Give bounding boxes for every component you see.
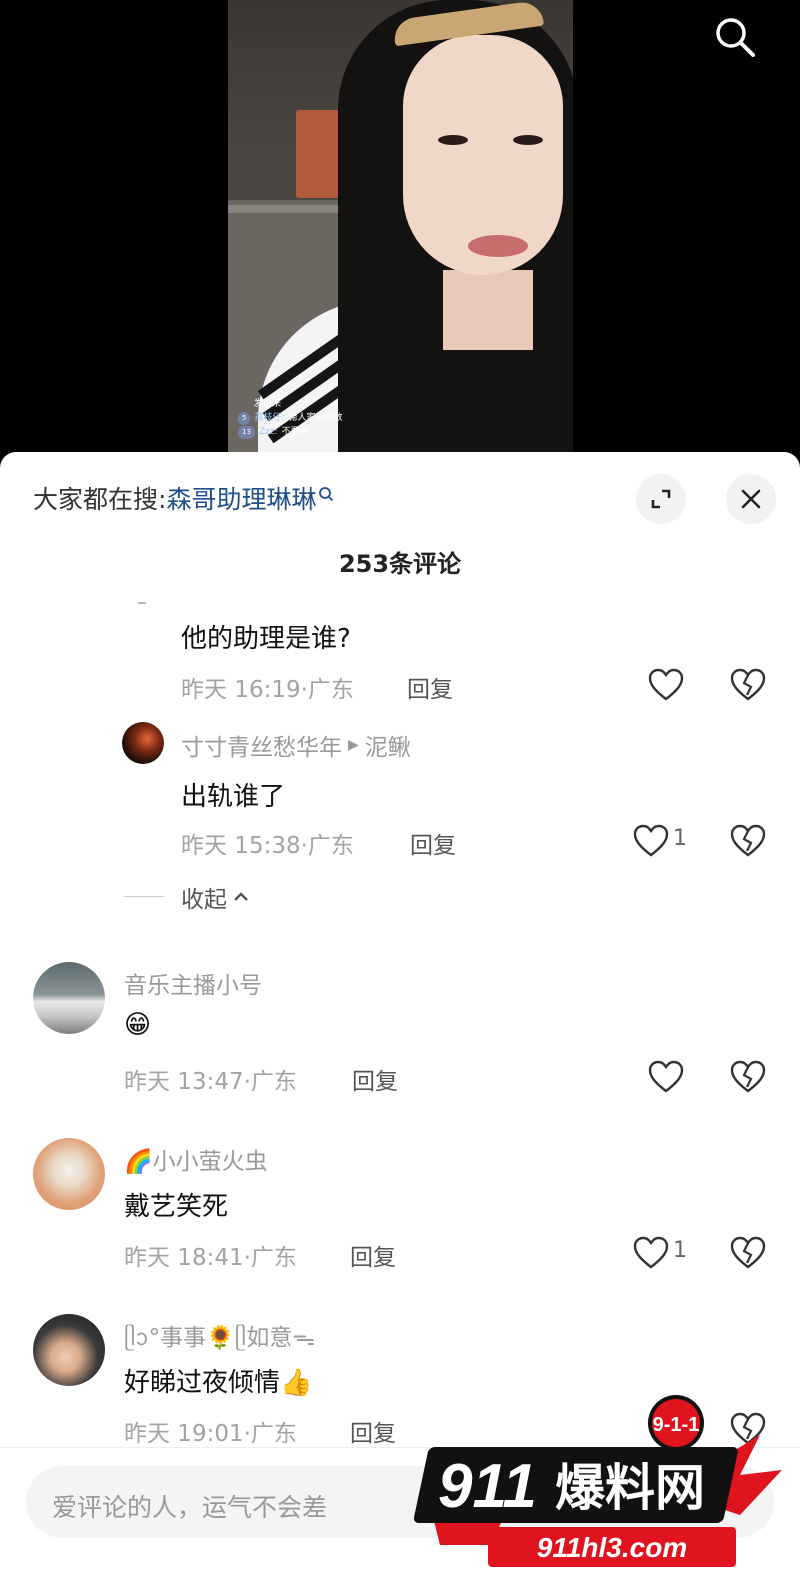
chat-badge: 13 (238, 426, 255, 439)
reply-username[interactable]: 寸寸青丝愁华年 (181, 728, 342, 762)
chat-text: 不要哭 (281, 427, 309, 437)
bg-bottle (296, 110, 340, 198)
chat-nick: 荔枝仔: (254, 413, 285, 423)
avatar[interactable] (122, 722, 164, 764)
eye (438, 135, 468, 145)
comment-time: 昨天 19:01·广东 (124, 1421, 297, 1447)
comment-time: 昨天 18:41·广东 (124, 1245, 297, 1271)
reply-arrow-icon: ▶ (348, 737, 359, 753)
like-count: 1 (673, 826, 687, 851)
reply-to-username[interactable]: 泥鳅 (365, 728, 411, 762)
person-neck (443, 270, 533, 350)
watermark-brand-number: 911 (438, 1452, 537, 1521)
divider (138, 602, 146, 604)
lips (468, 235, 528, 257)
reply-button[interactable]: 回复 (350, 1414, 396, 1448)
heart-icon[interactable] (633, 824, 669, 858)
avatar[interactable] (33, 1314, 105, 1386)
search-icon (319, 487, 334, 502)
watermark-brand-text: 爆料网 (555, 1459, 705, 1517)
live-chat-overlay: 发出来 5 荔枝仔: 稳人家男对数 13 Zzz: 不要哭 (238, 398, 343, 440)
chat-text: 发出来 (254, 399, 282, 409)
chat-badge: 5 (238, 412, 251, 425)
live-chat-row: 5 荔枝仔: 稳人家男对数 (238, 412, 343, 425)
collapse-label: 收起 (181, 887, 227, 913)
comment-text: 好睇过夜倾情👍 (124, 1368, 313, 1398)
hot-search-prefix: 大家都在搜: (33, 485, 167, 514)
dislike-icon[interactable] (730, 1236, 766, 1270)
hot-search-bar[interactable]: 大家都在搜: 森哥助理琳琳 (33, 480, 334, 516)
chat-text: 稳人家男对数 (288, 413, 343, 423)
expand-button[interactable] (636, 474, 686, 524)
divider (124, 896, 164, 897)
close-icon (741, 489, 761, 509)
heart-icon[interactable] (648, 668, 684, 702)
reply-time: 昨天 16:19·广东 (181, 677, 354, 703)
comment-text: 😁 (124, 1010, 152, 1040)
comment-count-title: 253条评论 (338, 550, 462, 578)
dislike-icon[interactable] (730, 668, 766, 702)
comment-input-placeholder: 爱评论的人，运气不会差 (52, 1493, 328, 1522)
watermark-url: 911hl3.com (537, 1532, 687, 1563)
comment-text: 戴艺笑死 (124, 1192, 229, 1222)
reply-button[interactable]: 回复 (407, 670, 453, 704)
comment-username[interactable]: 🌈小小萤火虫 (124, 1142, 268, 1176)
site-watermark-logo: 9-1-1 911 爆料网 911hl3.com (413, 1395, 782, 1567)
live-chat-row: 发出来 (238, 398, 343, 411)
reply-button[interactable]: 回复 (352, 1062, 398, 1096)
dislike-icon[interactable] (730, 824, 766, 858)
video-player[interactable]: 发出来 5 荔枝仔: 稳人家男对数 13 Zzz: 不要哭 (0, 0, 800, 470)
reply-text: 出轨谁了 (181, 782, 286, 812)
comment-username[interactable]: ᥫᩣ°事事🌻ᥫ如意ᯓ (124, 1318, 315, 1357)
eye (513, 135, 543, 145)
chat-nick: Zzz: (258, 427, 278, 437)
comment-time: 昨天 13:47·广东 (124, 1069, 297, 1095)
dislike-icon[interactable] (730, 1060, 766, 1094)
reply-user-line: 寸寸青丝愁华年 ▶ 泥鳅 (181, 728, 411, 762)
watermark-badge-text: 9-1-1 (653, 1414, 700, 1436)
chevron-up-icon (234, 892, 248, 901)
collapse-button[interactable]: 收起 (181, 880, 249, 914)
expand-icon (651, 489, 671, 509)
hot-search-term[interactable]: 森哥助理琳琳 (166, 480, 316, 516)
reply-time: 昨天 15:38·广东 (181, 833, 354, 859)
live-chat-row: 13 Zzz: 不要哭 (238, 426, 343, 439)
avatar[interactable] (33, 1138, 105, 1210)
close-button[interactable] (726, 474, 776, 524)
heart-icon[interactable] (633, 1236, 669, 1270)
search-icon[interactable] (714, 16, 756, 58)
heart-icon[interactable] (648, 1060, 684, 1094)
watermark-badge: 9-1-1 (648, 1395, 704, 1451)
reply-button[interactable]: 回复 (410, 826, 456, 860)
comment-username[interactable]: 音乐主播小号 (124, 966, 262, 1000)
reply-button[interactable]: 回复 (350, 1238, 396, 1272)
reply-text: 他的助理是谁? (181, 624, 351, 654)
like-count: 1 (673, 1238, 687, 1263)
avatar[interactable] (33, 962, 105, 1034)
